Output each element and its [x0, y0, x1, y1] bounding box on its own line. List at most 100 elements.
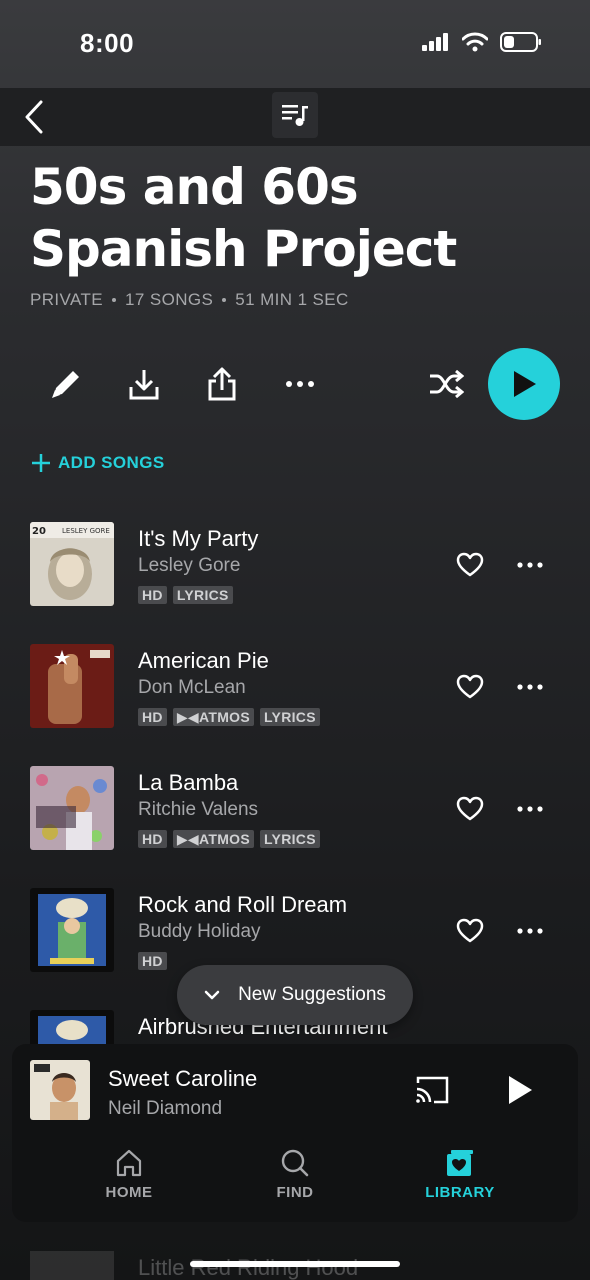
track-row[interactable]: 20 LESLEY GORE It's My Party Lesley Gore… — [0, 520, 590, 610]
track-badges: HD — [138, 952, 167, 970]
heart-icon — [456, 918, 484, 943]
hd-badge: HD — [138, 586, 167, 604]
play-icon — [514, 371, 536, 397]
track-title: It's My Party — [138, 526, 259, 551]
svg-text:20: 20 — [32, 526, 46, 537]
nav-find-label: FIND — [276, 1184, 314, 1201]
signal-icon — [422, 33, 448, 51]
lyrics-badge: LYRICS — [259, 830, 320, 848]
cast-icon — [416, 1076, 449, 1104]
track-row[interactable]: American Pie Don McLean HD ▶◀ATMOS LYRIC… — [0, 642, 590, 732]
track-artist: Buddy Holiday — [138, 921, 261, 942]
now-playing-panel: Sweet Caroline Neil Diamond HOME FIND LI… — [12, 1044, 578, 1222]
edit-icon — [52, 371, 79, 398]
edit-button[interactable] — [44, 362, 88, 406]
heart-icon — [456, 674, 484, 699]
track-title: La Bamba — [138, 770, 239, 795]
heart-icon — [456, 796, 484, 821]
track-more-button[interactable] — [510, 792, 550, 826]
download-icon — [129, 370, 159, 400]
track-title: American Pie — [138, 648, 269, 673]
mini-player-play-button[interactable] — [500, 1070, 540, 1110]
track-more-button[interactable] — [510, 548, 550, 582]
chevron-down-icon — [204, 990, 220, 1000]
track-more-button[interactable] — [510, 914, 550, 948]
meta-separator — [112, 298, 117, 302]
more-icon — [286, 381, 314, 387]
home-icon — [116, 1149, 142, 1177]
track-badges: HD ▶◀ATMOS LYRICS — [138, 830, 320, 848]
favorite-button[interactable] — [452, 914, 488, 948]
duration: 51 MIN 1 SEC — [235, 290, 349, 309]
more-icon — [517, 806, 543, 812]
track-artist: Don McLean — [138, 677, 246, 698]
meta-separator — [222, 298, 227, 302]
top-nav — [0, 88, 590, 146]
add-songs-label: ADD SONGS — [58, 453, 165, 472]
new-suggestions-label: New Suggestions — [238, 984, 386, 1005]
atmos-badge: ▶◀ATMOS — [172, 708, 254, 726]
lyrics-badge: LYRICS — [259, 708, 320, 726]
song-count: 17 SONGS — [125, 290, 214, 309]
playlist-meta: PRIVATE 17 SONGS 51 MIN 1 SEC — [30, 290, 349, 310]
track-badges: HD LYRICS — [138, 586, 233, 604]
add-songs-button[interactable]: ADD SONGS — [30, 452, 165, 474]
status-bar: 8:00 — [0, 0, 590, 88]
more-options-button[interactable] — [278, 362, 322, 406]
nav-home[interactable]: HOME — [69, 1148, 189, 1218]
bottom-nav: HOME FIND LIBRARY — [12, 1148, 578, 1218]
chevron-left-icon — [25, 100, 43, 134]
hd-badge: HD — [138, 708, 167, 726]
now-playing-artist: Neil Diamond — [108, 1098, 223, 1119]
cast-button[interactable] — [412, 1072, 452, 1108]
plus-icon — [32, 454, 50, 472]
track-artist: Lesley Gore — [138, 555, 241, 576]
home-indicator[interactable] — [190, 1261, 400, 1267]
play-icon — [509, 1076, 532, 1104]
nav-library[interactable]: LIBRARY — [400, 1148, 520, 1218]
play-button[interactable] — [488, 348, 560, 420]
favorite-button[interactable] — [452, 792, 488, 826]
battery-icon — [500, 32, 541, 52]
status-icons — [422, 32, 542, 52]
track-row[interactable]: Rock and Roll Dream Buddy Holiday HD — [0, 886, 590, 976]
more-icon — [517, 928, 543, 934]
wifi-icon — [462, 32, 488, 52]
track-more-button[interactable] — [510, 670, 550, 704]
share-button[interactable] — [200, 362, 244, 406]
track-title: Rock and Roll Dream — [138, 892, 348, 917]
download-button[interactable] — [122, 362, 166, 406]
status-time: 8:00 — [80, 28, 135, 58]
new-suggestions-button[interactable]: New Suggestions — [177, 965, 413, 1025]
track-title: Little Red Riding Hood — [138, 1255, 359, 1280]
back-button[interactable] — [14, 94, 54, 140]
track-badges: HD ▶◀ATMOS LYRICS — [138, 708, 320, 726]
queue-button[interactable] — [272, 92, 318, 138]
nav-home-label: HOME — [105, 1184, 153, 1201]
shuffle-icon — [430, 370, 464, 398]
lyrics-badge: LYRICS — [172, 586, 233, 604]
now-playing-title[interactable]: Sweet Caroline — [108, 1066, 257, 1092]
hd-badge: HD — [138, 952, 167, 970]
atmos-badge: ▶◀ATMOS — [172, 830, 254, 848]
shuffle-button[interactable] — [424, 362, 468, 406]
search-icon — [281, 1149, 309, 1177]
hd-badge: HD — [138, 830, 167, 848]
share-icon — [208, 367, 236, 401]
nav-library-label: LIBRARY — [425, 1184, 495, 1201]
privacy-label: PRIVATE — [30, 290, 104, 309]
album-art — [30, 888, 114, 972]
svg-text:LESLEY GORE: LESLEY GORE — [62, 527, 110, 535]
track-row[interactable]: La Bamba Ritchie Valens HD ▶◀ATMOS LYRIC… — [0, 764, 590, 854]
playlist-title: 50s and 60s Spanish Project — [30, 158, 457, 278]
now-playing-art[interactable] — [30, 1060, 90, 1120]
track-artist: Ritchie Valens — [138, 799, 259, 820]
favorite-button[interactable] — [452, 670, 488, 704]
action-row — [0, 346, 590, 422]
nav-find[interactable]: FIND — [235, 1148, 355, 1218]
more-icon — [517, 562, 543, 568]
album-art — [30, 644, 114, 728]
favorite-button[interactable] — [452, 548, 488, 582]
album-art: 20 LESLEY GORE — [30, 522, 114, 606]
library-icon — [447, 1150, 473, 1176]
